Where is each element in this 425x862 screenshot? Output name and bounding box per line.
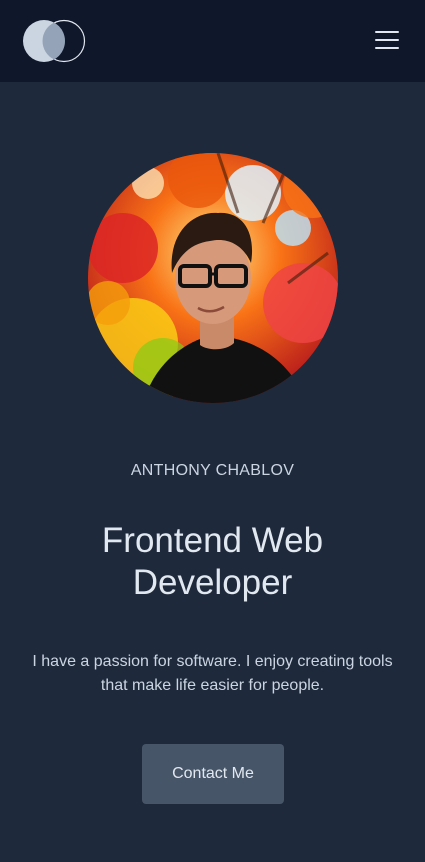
navbar — [0, 0, 425, 82]
person-name: ANTHONY CHABLOV — [130, 462, 295, 479]
bio-text: I have a passion for software. I enjoy c… — [32, 653, 393, 694]
logo-icon[interactable] — [22, 19, 86, 63]
hamburger-menu-icon[interactable] — [372, 28, 400, 54]
menu-bar — [375, 39, 399, 41]
job-title: Frontend Web Developer — [101, 521, 324, 602]
avatar — [88, 153, 338, 403]
menu-bar — [375, 31, 399, 33]
contact-me-button[interactable]: Contact Me — [142, 744, 284, 804]
menu-bar — [375, 47, 399, 49]
